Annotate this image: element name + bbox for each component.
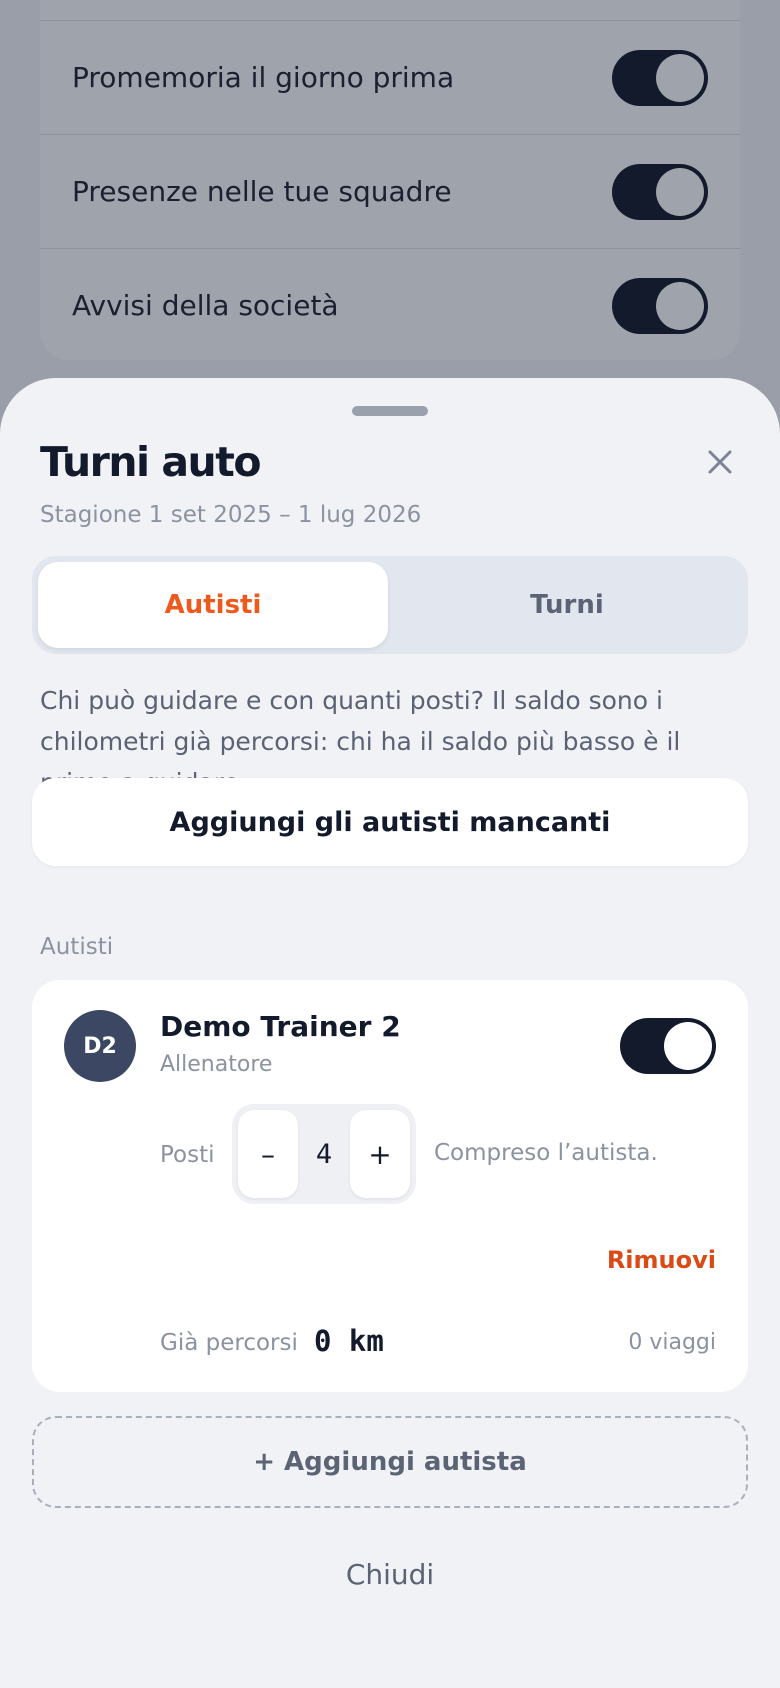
distance-label: Già percorsi: [160, 1330, 298, 1356]
trips-count: 0 viaggi: [628, 1330, 716, 1355]
close-button[interactable]: [700, 442, 740, 482]
setting-row-attendance: Presenze nelle tue squadre: [40, 134, 740, 248]
setting-label: Avvisi della società: [72, 289, 339, 322]
tab-autisti[interactable]: Autisti: [38, 562, 388, 648]
toggle-knob: [656, 281, 704, 330]
sheet-grabber[interactable]: [352, 406, 428, 416]
seats-label: Posti: [160, 1142, 215, 1168]
seats-hint: Compreso l’autista.: [434, 1140, 658, 1166]
driver-enabled-toggle[interactable]: [620, 1018, 716, 1074]
toggle-knob: [664, 1022, 712, 1070]
club-notices-toggle: [612, 277, 708, 334]
reminder-toggle: [612, 49, 708, 106]
setting-label: Presenze nelle tue squadre: [72, 175, 452, 208]
close-icon: [708, 450, 732, 474]
setting-label: Promemoria il giorno prima: [72, 61, 455, 94]
sheet-title: Turni auto: [40, 438, 262, 486]
toggle-knob: [656, 167, 704, 216]
tab-turni[interactable]: Turni: [392, 562, 742, 648]
avatar: D2: [64, 1010, 136, 1082]
setting-row-reminder: Promemoria il giorno prima: [40, 20, 740, 134]
drivers-section-label: Autisti: [40, 934, 114, 960]
remove-driver-button[interactable]: Rimuovi: [607, 1246, 716, 1274]
driver-card: D2 Demo Trainer 2 Allenatore Posti – 4 +…: [32, 980, 748, 1392]
driver-role: Allenatore: [160, 1052, 273, 1077]
seats-stepper: – 4 +: [232, 1104, 416, 1204]
add-missing-drivers-button[interactable]: Aggiungi gli autisti mancanti: [32, 778, 748, 866]
close-sheet-button[interactable]: Chiudi: [0, 1558, 780, 1591]
segmented-control: Autisti Turni: [32, 556, 748, 654]
decrease-seats-button[interactable]: –: [238, 1110, 298, 1198]
car-shifts-sheet: Turni auto Stagione 1 set 2025 – 1 lug 2…: [0, 378, 780, 1688]
season-range: Stagione 1 set 2025 – 1 lug 2026: [40, 502, 422, 528]
increase-seats-button[interactable]: +: [350, 1110, 410, 1198]
notification-settings-card: Promemoria il giorno prima Presenze nell…: [40, 0, 740, 360]
attendance-toggle: [612, 163, 708, 220]
seats-value: 4: [315, 1138, 333, 1170]
driver-name: Demo Trainer 2: [160, 1010, 401, 1043]
distance-value: 0 km: [314, 1324, 384, 1358]
add-driver-button[interactable]: + Aggiungi autista: [32, 1416, 748, 1508]
setting-row-club-notices: Avvisi della società: [40, 248, 740, 362]
toggle-knob: [656, 53, 704, 102]
